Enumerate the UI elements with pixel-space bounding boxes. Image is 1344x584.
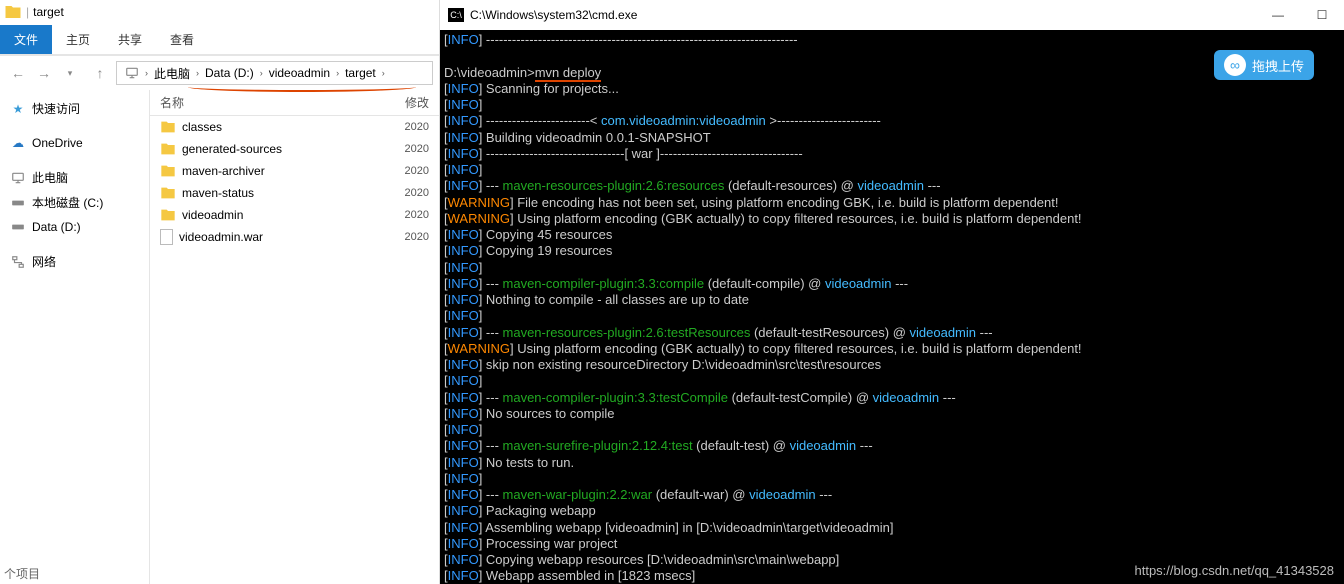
minimize-button[interactable]: —	[1256, 0, 1300, 30]
pc-icon[interactable]	[119, 66, 145, 80]
address-bar: ← → ▾ ↑ › 此电脑 › Data (D:) › videoadmin ›…	[0, 56, 439, 90]
watermark-text: https://blog.csdn.net/qq_41343528	[1135, 563, 1335, 578]
sidebar-label: 网络	[32, 253, 56, 270]
file-row[interactable]: generated-sources 2020	[150, 138, 439, 160]
file-date: 2020	[405, 165, 429, 177]
file-icon	[160, 229, 173, 245]
sidebar-label: 本地磁盘 (C:)	[32, 194, 103, 211]
file-name: maven-status	[182, 186, 399, 200]
folder-icon	[160, 207, 176, 223]
file-date: 2020	[405, 231, 429, 243]
cmd-title-bar: C:\ C:\Windows\system32\cmd.exe — ☐	[440, 0, 1344, 30]
file-row[interactable]: videoadmin.war 2020	[150, 226, 439, 248]
file-row[interactable]: maven-archiver 2020	[150, 160, 439, 182]
file-name: maven-archiver	[182, 164, 399, 178]
forward-button[interactable]: →	[32, 61, 56, 85]
chevron-icon: ›	[382, 68, 385, 78]
tab-home[interactable]: 主页	[52, 25, 104, 54]
maximize-button[interactable]: ☐	[1300, 0, 1344, 30]
dropdown-icon[interactable]: ▾	[58, 61, 82, 85]
disk-icon	[10, 219, 26, 235]
disk-icon	[10, 195, 26, 211]
explorer-content: ★ 快速访问 ☁ OneDrive 此电脑 本地磁盘 (C:)	[0, 90, 439, 584]
star-icon: ★	[10, 101, 26, 117]
breadcrumb-seg[interactable]: 此电脑	[148, 65, 196, 82]
pc-icon	[10, 170, 26, 186]
folder-icon	[160, 119, 176, 135]
cmd-window: C:\ C:\Windows\system32\cmd.exe — ☐ [INF…	[440, 0, 1344, 584]
folder-icon	[4, 3, 22, 21]
tab-view[interactable]: 查看	[156, 25, 208, 54]
file-date: 2020	[405, 121, 429, 133]
cloud-icon: ☁	[10, 135, 26, 151]
file-date: 2020	[405, 209, 429, 221]
col-name[interactable]: 名称	[160, 94, 405, 111]
file-list: 名称 修改 classes2020generated-sources2020ma…	[150, 90, 439, 584]
sidebar-item-datad[interactable]: Data (D:)	[0, 215, 149, 239]
file-row[interactable]: classes 2020	[150, 116, 439, 138]
breadcrumb[interactable]: › 此电脑 › Data (D:) › videoadmin › target …	[116, 61, 433, 85]
file-name: videoadmin.war	[179, 230, 399, 244]
window-controls: — ☐	[1256, 0, 1344, 30]
file-date: 2020	[405, 187, 429, 199]
separator-icon: |	[26, 5, 29, 19]
explorer-title-bar: | target	[0, 0, 439, 24]
cmd-icon: C:\	[448, 8, 464, 22]
network-icon	[10, 254, 26, 270]
col-modified[interactable]: 修改	[405, 94, 429, 111]
window-title: target	[33, 5, 64, 19]
sidebar-label: 此电脑	[32, 169, 68, 186]
sidebar-item-network[interactable]: 网络	[0, 249, 149, 274]
breadcrumb-seg[interactable]: Data (D:)	[199, 66, 260, 80]
file-name: classes	[182, 120, 399, 134]
file-name: videoadmin	[182, 208, 399, 222]
sidebar-item-quick[interactable]: ★ 快速访问	[0, 96, 149, 121]
link-icon: ∞	[1224, 54, 1246, 76]
nav-sidebar: ★ 快速访问 ☁ OneDrive 此电脑 本地磁盘 (C:)	[0, 90, 150, 584]
file-row[interactable]: videoadmin 2020	[150, 204, 439, 226]
sidebar-item-onedrive[interactable]: ☁ OneDrive	[0, 131, 149, 155]
file-row[interactable]: maven-status 2020	[150, 182, 439, 204]
file-explorer-window: | target 文件 主页 共享 查看 ← → ▾ ↑ › 此电脑 › Dat…	[0, 0, 440, 584]
status-text: 个项目	[4, 565, 40, 582]
upload-label: 拖拽上传	[1252, 56, 1304, 75]
folder-icon	[160, 141, 176, 157]
sidebar-label: OneDrive	[32, 136, 83, 150]
list-header[interactable]: 名称 修改	[150, 90, 439, 116]
sidebar-item-thispc[interactable]: 此电脑	[0, 165, 149, 190]
back-button[interactable]: ←	[6, 61, 30, 85]
file-name: generated-sources	[182, 142, 399, 156]
breadcrumb-seg[interactable]: videoadmin	[263, 66, 336, 80]
folder-icon	[160, 185, 176, 201]
file-date: 2020	[405, 143, 429, 155]
folder-icon	[160, 163, 176, 179]
upload-button[interactable]: ∞ 拖拽上传	[1214, 50, 1314, 80]
cmd-output[interactable]: [INFO] ---------------------------------…	[440, 30, 1344, 584]
breadcrumb-seg[interactable]: target	[339, 66, 382, 80]
cmd-title-text: C:\Windows\system32\cmd.exe	[470, 8, 637, 22]
ribbon-tabs: 文件 主页 共享 查看	[0, 24, 439, 54]
tab-file[interactable]: 文件	[0, 25, 52, 54]
sidebar-label: Data (D:)	[32, 220, 81, 234]
sidebar-label: 快速访问	[32, 100, 80, 117]
nav-arrows: ← → ▾ ↑	[6, 61, 112, 85]
sidebar-item-localc[interactable]: 本地磁盘 (C:)	[0, 190, 149, 215]
up-button[interactable]: ↑	[88, 61, 112, 85]
tab-share[interactable]: 共享	[104, 25, 156, 54]
